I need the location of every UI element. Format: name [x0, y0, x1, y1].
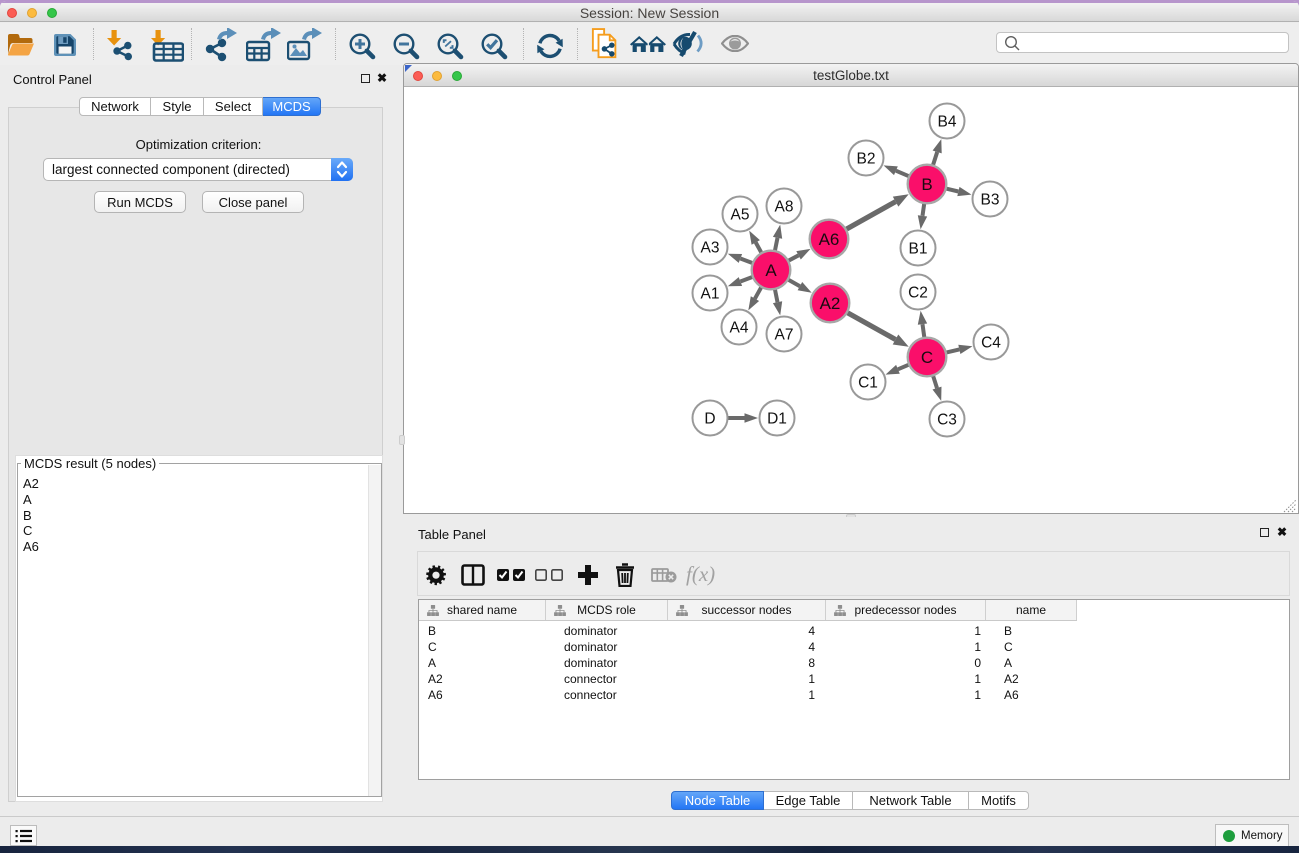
svg-text:C3: C3 [937, 412, 957, 429]
svg-text:C2: C2 [908, 285, 928, 302]
svg-text:A3: A3 [701, 240, 720, 257]
svg-text:B3: B3 [981, 192, 1000, 209]
svg-text:A5: A5 [731, 207, 750, 224]
svg-text:C: C [921, 348, 933, 367]
svg-text:A7: A7 [775, 327, 794, 344]
svg-text:C4: C4 [981, 335, 1001, 352]
svg-text:B2: B2 [857, 151, 876, 168]
svg-text:A1: A1 [701, 286, 720, 303]
svg-text:B4: B4 [938, 114, 957, 131]
svg-text:B: B [921, 175, 932, 194]
svg-text:B1: B1 [909, 241, 928, 258]
svg-text:A8: A8 [775, 199, 794, 216]
svg-text:C1: C1 [858, 375, 878, 392]
svg-text:A: A [765, 261, 777, 280]
svg-text:D1: D1 [767, 411, 787, 428]
svg-text:A6: A6 [819, 230, 840, 249]
svg-text:A4: A4 [730, 320, 749, 337]
svg-text:A2: A2 [820, 294, 841, 313]
svg-text:D: D [704, 411, 715, 428]
